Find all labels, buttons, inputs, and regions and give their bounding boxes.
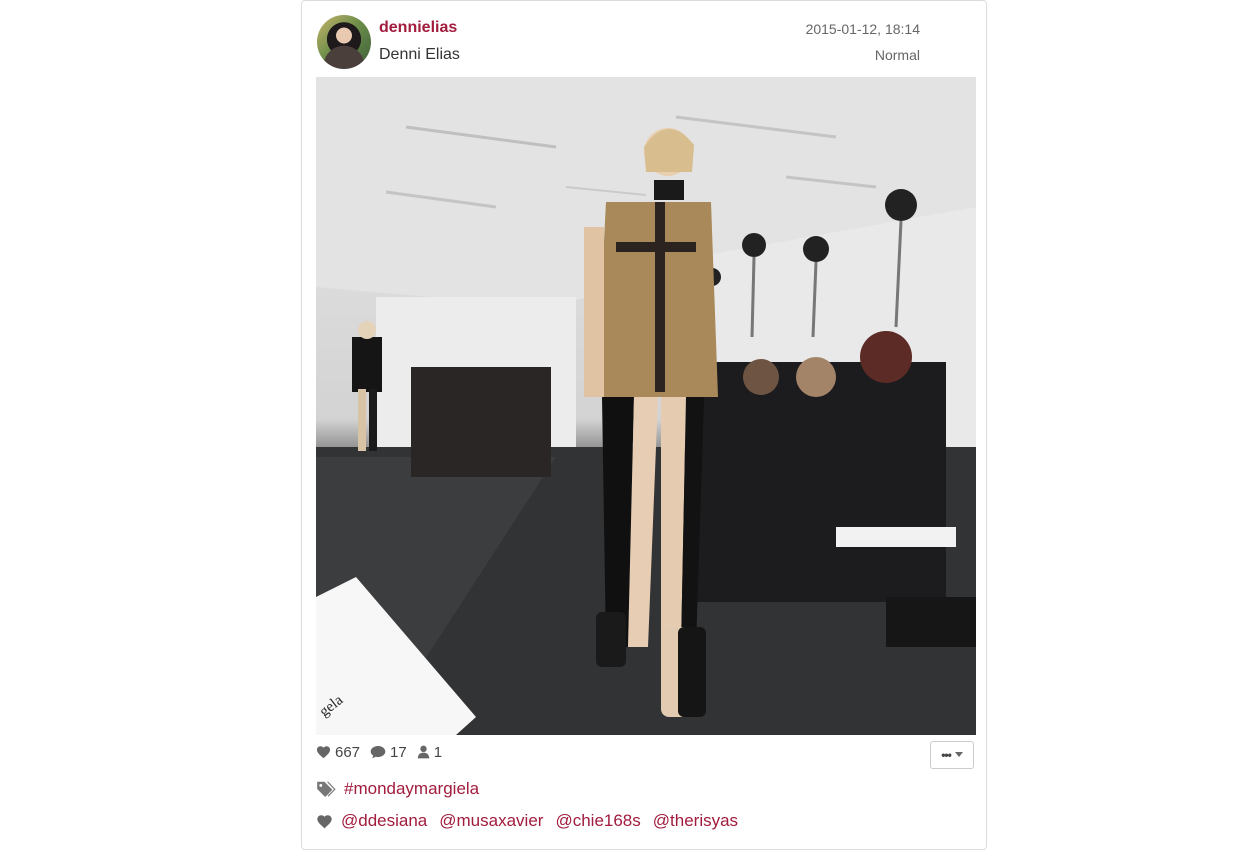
post-card: dennielias Denni Elias 2015-01-12, 18:14… <box>301 0 987 850</box>
mentions-row: @ddesiana @musaxavier @chie168s @therisy… <box>316 811 750 831</box>
hashtag-link[interactable]: #mondaymargiela <box>344 779 479 799</box>
caret-down-icon <box>954 752 963 757</box>
comments-count: 17 <box>390 743 407 761</box>
username-link[interactable]: dennielias <box>379 19 457 37</box>
likes-stat: 667 <box>316 744 360 761</box>
more-label: ••• <box>941 748 952 762</box>
user-icon <box>417 745 429 759</box>
post-stats: 667 17 1 <box>316 742 452 762</box>
comment-icon <box>370 746 386 759</box>
avatar[interactable] <box>317 15 371 69</box>
runway-photo: gela <box>316 77 976 735</box>
full-name: Denni Elias <box>379 46 460 63</box>
mention-link[interactable]: @chie168s <box>555 811 640 831</box>
likes-count: 667 <box>335 743 361 761</box>
hashtags-row: #mondaymargiela <box>316 779 491 799</box>
mention-link[interactable]: @ddesiana <box>341 811 427 831</box>
filter-label: Normal <box>874 47 920 63</box>
heart-icon <box>316 814 333 829</box>
post-photo[interactable]: gela <box>316 77 976 735</box>
users-stat: 1 <box>417 744 442 761</box>
heart-icon <box>316 746 331 759</box>
mention-link[interactable]: @musaxavier <box>439 811 543 831</box>
comments-stat: 17 <box>370 744 407 761</box>
mention-link[interactable]: @therisyas <box>653 811 738 831</box>
users-count: 1 <box>433 743 443 761</box>
timestamp: 2015-01-12, 18:14 <box>805 21 920 37</box>
tag-icon <box>316 781 336 797</box>
more-options-button[interactable]: ••• <box>930 741 974 769</box>
